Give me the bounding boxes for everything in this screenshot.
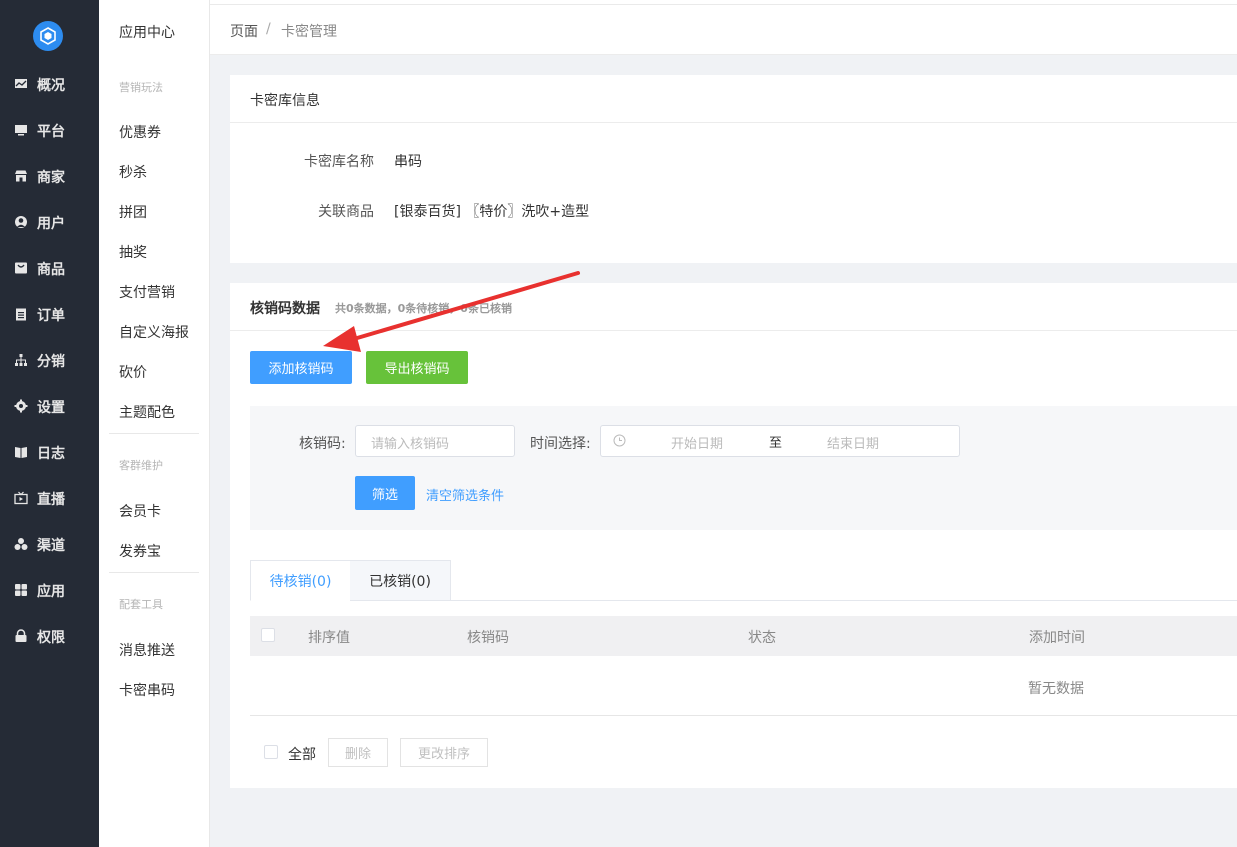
annotation-arrow bbox=[323, 271, 580, 352]
